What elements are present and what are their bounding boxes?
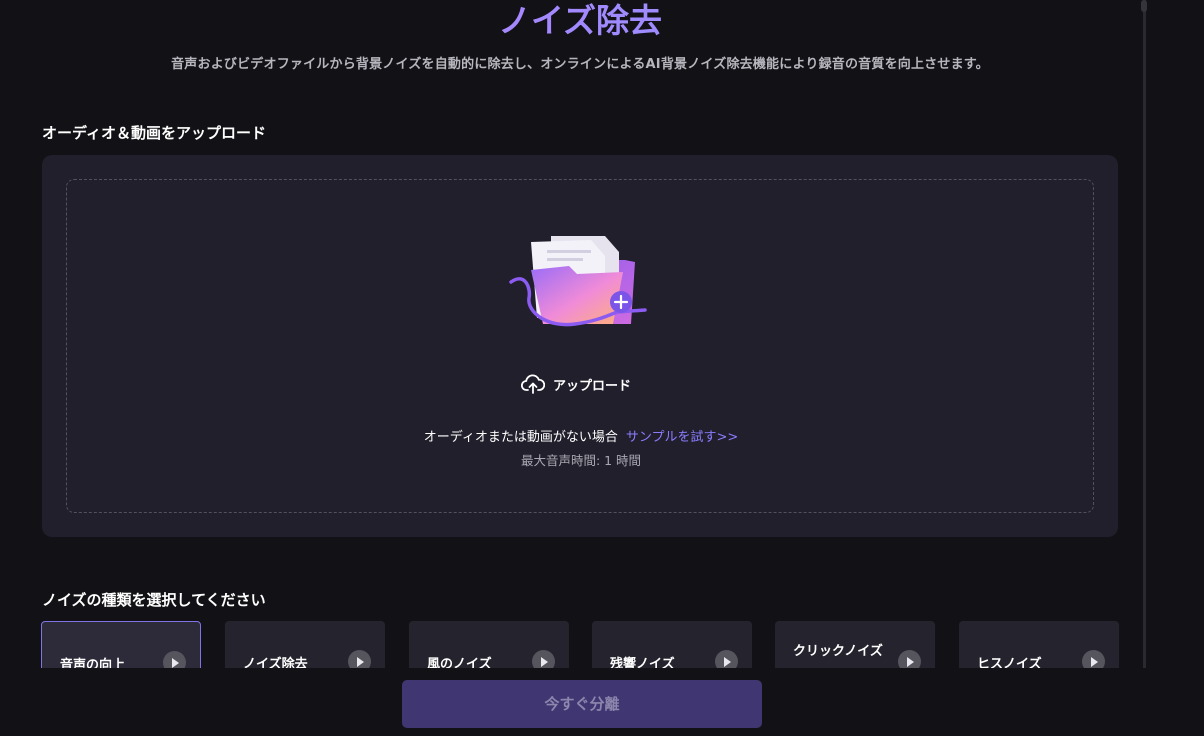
max-duration-note: 最大音声時間: 1 時間 [520, 453, 642, 468]
try-sample-link[interactable]: サンプルを試す>> [626, 430, 738, 445]
upload-dropzone[interactable]: アップロード オーディオまたは動画がない場合 サンプルを試す>> 最大音声時間: … [66, 179, 1094, 513]
separate-now-button[interactable]: 今すぐ分離 [402, 680, 762, 728]
upload-button[interactable]: アップロード [521, 372, 631, 396]
footer-bar: 今すぐ分離 [0, 668, 1204, 736]
upload-section-heading: オーディオ＆動画をアップロード [42, 124, 266, 142]
upload-button-label: アップロード [553, 378, 632, 394]
upload-panel: アップロード オーディオまたは動画がない場合 サンプルを試す>> 最大音声時間: … [42, 155, 1118, 537]
no-media-text: オーディオまたは動画がない場合 [423, 430, 618, 445]
no-media-row: オーディオまたは動画がない場合 サンプルを試す>> [67, 426, 1095, 445]
folder-upload-illustration [509, 236, 647, 327]
page-title: ノイズ除去 [0, 0, 1160, 42]
noise-type-heading: ノイズの種類を選択してください [42, 591, 266, 609]
scrollbar-thumb[interactable] [1141, 0, 1147, 12]
page-subtitle: 音声およびビデオファイルから背景ノイズを自動的に除去し、オンラインによるAI背景… [171, 57, 989, 72]
cloud-upload-icon [521, 374, 545, 394]
scrollbar-track[interactable] [1143, 0, 1146, 668]
noise-card-label: クリックノイズ [793, 644, 883, 659]
